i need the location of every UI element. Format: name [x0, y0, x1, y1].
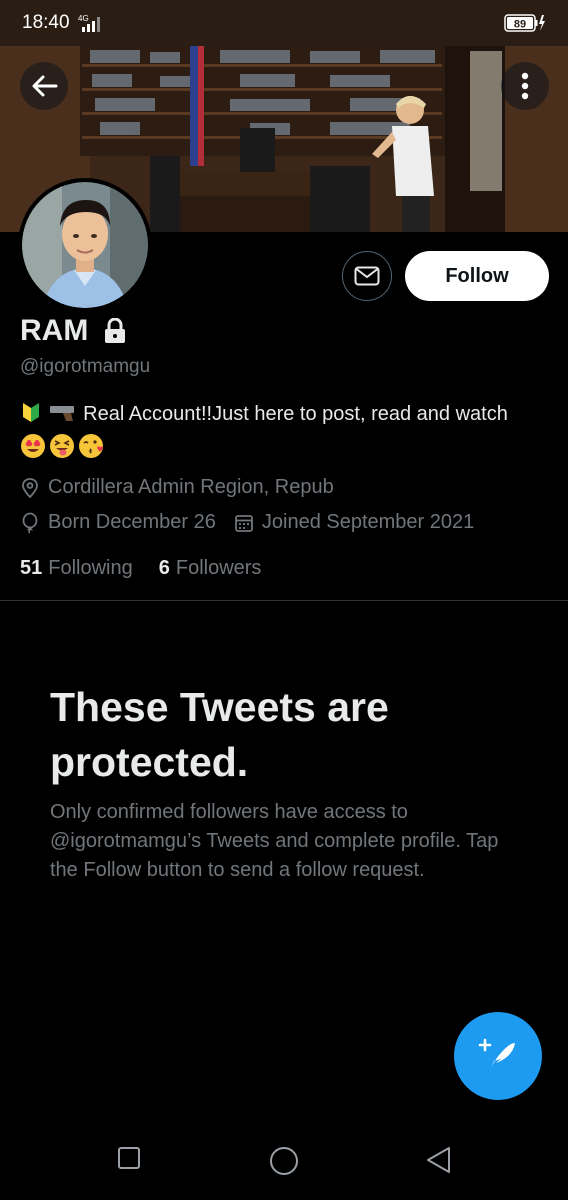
follow-counts: 51 Following 6 Followers — [20, 557, 261, 580]
location-row: Cordillera Admin Region, Repub — [20, 476, 334, 499]
home-button[interactable] — [268, 1145, 300, 1182]
recents-square-icon — [118, 1147, 140, 1169]
following-label: Following — [48, 557, 133, 579]
followers-link[interactable]: 6 Followers — [159, 557, 262, 580]
profile-handle: @igorotmamgu — [20, 356, 151, 377]
battery-level: 89 — [514, 19, 526, 31]
more-vertical-icon — [521, 72, 529, 100]
heart-eyes-emoji — [20, 433, 46, 467]
recent-apps-button[interactable] — [117, 1146, 141, 1175]
arrow-left-icon — [32, 75, 58, 97]
beginner-symbol-emoji — [20, 401, 42, 431]
joined-text: Joined September 2021 — [261, 511, 475, 533]
balloon-icon — [20, 512, 40, 534]
kissing-heart-emoji — [78, 433, 104, 467]
bio-text: Real Account!!Just here to post, read an… — [83, 403, 508, 425]
divider — [0, 600, 568, 601]
status-time: 18:40 — [22, 12, 70, 33]
pistol-emoji — [48, 401, 78, 431]
compose-tweet-button[interactable] — [454, 1012, 542, 1100]
home-circle-icon — [270, 1147, 298, 1175]
dates-row: Born December 26 Joined September 2021 — [20, 511, 474, 534]
followers-label: Followers — [175, 557, 262, 579]
follow-button[interactable]: Follow — [405, 251, 549, 301]
display-name: RAM — [20, 314, 89, 347]
envelope-icon — [354, 266, 380, 286]
network-type: 4G — [78, 14, 89, 23]
followers-count: 6 — [158, 557, 170, 579]
avatar[interactable] — [18, 178, 152, 312]
feather-plus-icon — [478, 1038, 515, 1072]
location-pin-icon — [20, 477, 40, 499]
profile-bio: Real Account!!Just here to post, read an… — [20, 400, 550, 467]
system-back-button[interactable] — [424, 1145, 454, 1180]
location-text: Cordillera Admin Region, Repub — [48, 476, 334, 498]
lock-icon — [103, 317, 127, 349]
protected-title: These Tweets are protected. — [50, 684, 389, 785]
following-count: 51 — [20, 557, 43, 579]
battery-icon: 89 — [504, 13, 548, 39]
status-bar: 18:40 4G 89 — [0, 0, 568, 46]
tongue-squint-emoji — [49, 433, 75, 467]
back-triangle-icon — [427, 1147, 450, 1173]
signal-icon: 4G — [78, 13, 104, 39]
following-link[interactable]: 51 Following — [20, 557, 133, 580]
protected-description: Only confirmed followers have access to … — [50, 801, 499, 881]
calendar-icon — [234, 513, 254, 533]
more-options-button[interactable] — [501, 62, 549, 110]
born-text: Born December 26 — [48, 511, 216, 533]
back-button[interactable] — [20, 62, 68, 110]
message-button[interactable] — [342, 251, 392, 301]
